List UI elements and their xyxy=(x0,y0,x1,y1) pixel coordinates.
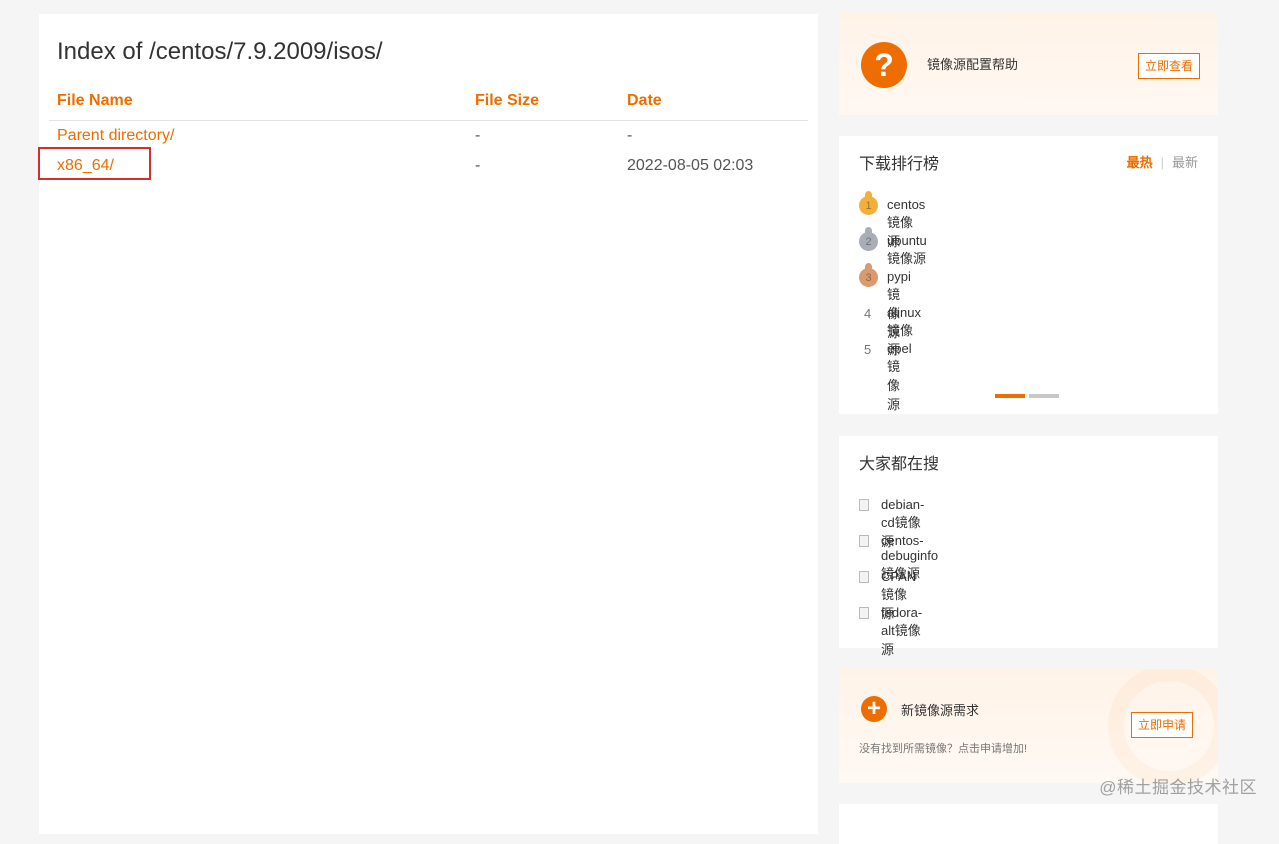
ranking-title: 下载排行榜 xyxy=(859,156,940,173)
ranking-item-link[interactable]: ubuntu镜像源 xyxy=(887,233,927,267)
view-help-button[interactable]: 立即查看 xyxy=(1138,53,1201,79)
tab-separator: | xyxy=(1160,155,1164,170)
tab-hottest[interactable]: 最热 xyxy=(1127,155,1153,170)
file-size: - xyxy=(475,127,481,144)
next-card xyxy=(839,804,1218,844)
silver-medal-icon: 2 xyxy=(859,227,878,251)
gold-medal-icon: 1 xyxy=(859,191,878,215)
file-table: File Name File Size Date Parent director… xyxy=(49,88,808,181)
download-ranking-card: 下载排行榜 最热 | 最新 1 centos镜像源 2 ubuntu镜像源 3 py… xyxy=(839,136,1218,414)
table-row-parent: Parent directory/ - - xyxy=(49,121,808,151)
popular-item-link[interactable]: fedora-alt镜像源 xyxy=(881,605,922,658)
ranking-item-link[interactable]: epel镜像源 xyxy=(887,341,912,413)
file-date: - xyxy=(627,127,633,144)
request-title: 新镜像源需求 xyxy=(901,703,980,718)
mirror-request-card: + 新镜像源需求 没有找到所需镜像？点击申请增加! 立即申请 xyxy=(839,669,1218,783)
rank-number: 4 xyxy=(864,306,872,321)
column-header-size[interactable]: File Size xyxy=(475,90,539,112)
carousel-dot-1[interactable] xyxy=(995,394,1025,398)
page-title: Index of /centos/7.9.2009/isos/ xyxy=(57,38,383,65)
ranking-tabs: 最热 | 最新 xyxy=(1127,152,1198,171)
directory-listing-panel: Index of /centos/7.9.2009/isos/ File Nam… xyxy=(39,14,818,834)
question-icon: ? xyxy=(861,42,907,88)
column-header-name[interactable]: File Name xyxy=(57,90,133,112)
tab-newest[interactable]: 最新 xyxy=(1172,155,1198,170)
carousel-pagination xyxy=(995,385,1063,403)
column-header-date[interactable]: Date xyxy=(627,90,662,112)
table-header: File Name File Size Date xyxy=(49,88,808,121)
carousel-dot-2[interactable] xyxy=(1029,394,1059,398)
document-icon xyxy=(859,607,869,619)
file-size: - xyxy=(475,157,481,174)
x86-64-link[interactable]: x86_64/ xyxy=(57,155,114,177)
apply-now-button[interactable]: 立即申请 xyxy=(1131,712,1194,738)
help-text: 镜像源配置帮助 xyxy=(927,57,1019,72)
document-icon xyxy=(859,535,869,547)
document-icon xyxy=(859,571,869,583)
document-icon xyxy=(859,499,869,511)
table-row-x86-64: x86_64/ - 2022-08-05 02:03 xyxy=(49,151,808,181)
parent-directory-link[interactable]: Parent directory/ xyxy=(57,125,174,147)
help-card: ? 镜像源配置帮助 立即查看 xyxy=(839,14,1218,115)
watermark-text: @稀土掘金技术社区 xyxy=(1099,778,1257,797)
rank-number: 5 xyxy=(864,342,872,357)
popular-title: 大家都在搜 xyxy=(859,456,940,473)
request-subtitle: 没有找到所需镜像？点击申请增加! xyxy=(859,743,1028,755)
popular-searches-card: 大家都在搜 debian-cd镜像源 centos-debuginfo镜像源 C… xyxy=(839,436,1218,657)
bronze-medal-icon: 3 xyxy=(859,263,878,287)
plus-icon: + xyxy=(861,696,887,722)
file-date: 2022-08-05 02:03 xyxy=(627,157,754,174)
